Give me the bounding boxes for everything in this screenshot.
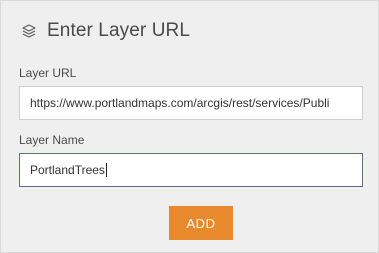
page-title: Enter Layer URL	[47, 20, 191, 41]
layers-icon	[19, 21, 39, 41]
layer-name-input[interactable]: PortlandTrees	[19, 153, 363, 187]
layer-name-value: PortlandTrees	[30, 163, 105, 177]
layer-name-label: Layer Name	[19, 133, 85, 147]
text-caret	[105, 163, 107, 177]
enter-layer-url-panel: Enter Layer URL Layer URL https://www.po…	[0, 0, 379, 253]
layer-url-value: https://www.portlandmaps.com/arcgis/rest…	[30, 96, 330, 110]
add-button[interactable]: ADD	[169, 206, 233, 240]
panel-header: Enter Layer URL	[19, 19, 190, 43]
layer-url-label: Layer URL	[19, 66, 77, 80]
layer-url-input[interactable]: https://www.portlandmaps.com/arcgis/rest…	[19, 86, 363, 120]
